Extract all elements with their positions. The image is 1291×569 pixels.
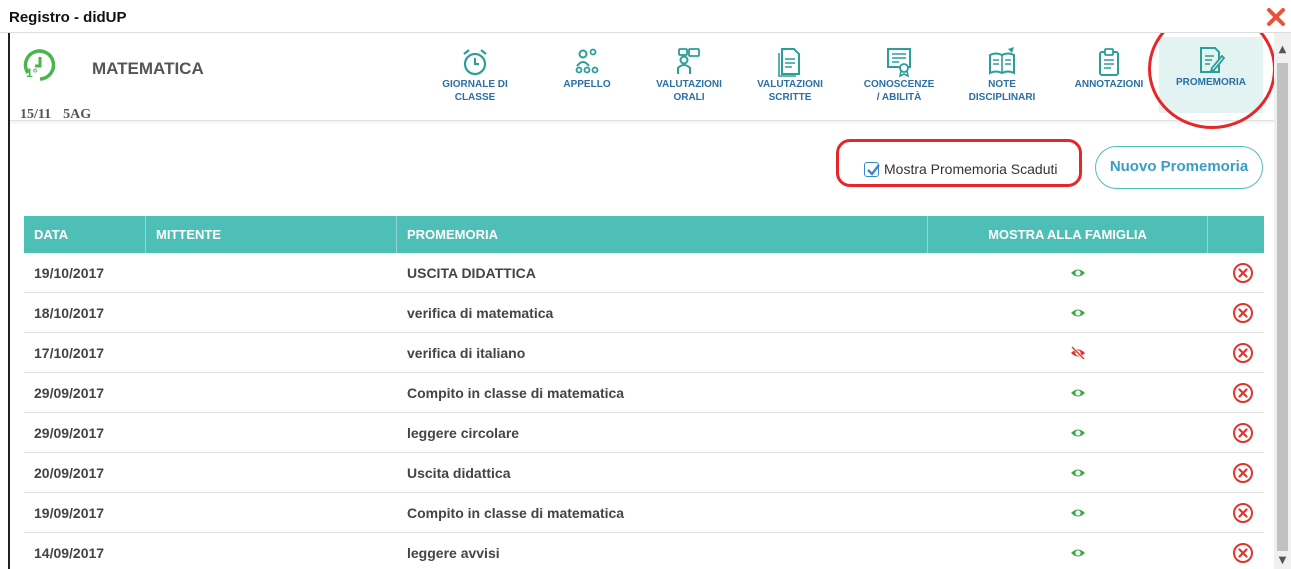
cell-date: 29/09/2017 <box>34 385 105 401</box>
tab-valutazioni-scritte[interactable]: VALUTAZIONI SCRITTE <box>744 39 836 113</box>
cell-date: 29/09/2017 <box>34 425 105 441</box>
cell-reminder-text: Uscita didattica <box>407 465 511 481</box>
column-header-data[interactable]: DATA <box>24 216 146 253</box>
tab-label-line1: APPELLO <box>563 79 611 90</box>
eye-icon[interactable] <box>1070 425 1086 441</box>
certificate-icon <box>887 48 911 77</box>
table-row[interactable]: 19/10/2017 USCITA DIDATTICA <box>24 253 1264 293</box>
people-icon <box>575 48 599 74</box>
delete-icon[interactable] <box>1232 262 1254 284</box>
delete-icon[interactable] <box>1232 542 1254 564</box>
table-row[interactable]: 17/10/2017 verifica di italiano <box>24 333 1264 373</box>
new-reminder-button[interactable]: Nuovo Promemoria <box>1095 146 1263 189</box>
tab-label-line1: GIORNALE DI <box>442 79 508 90</box>
cell-reminder-text: USCITA DIDATTICA <box>407 265 536 281</box>
tab-appello[interactable]: APPELLO <box>551 39 623 113</box>
cell-date: 14/09/2017 <box>34 545 105 561</box>
tab-note-disciplinari[interactable]: NOTE DISCIPLINARI <box>955 39 1049 113</box>
tab-label-line1: VALUTAZIONI <box>757 79 823 90</box>
lesson-date: 15/11 <box>20 107 52 122</box>
delete-icon[interactable] <box>1232 422 1254 444</box>
window-titlebar: Registro - didUP <box>0 0 1291 33</box>
cell-date: 19/09/2017 <box>34 505 105 521</box>
tab-label-line2: / ABILITÀ <box>876 92 922 103</box>
vertical-scrollbar[interactable]: ▲ ▼ <box>1274 33 1291 569</box>
delete-icon[interactable] <box>1232 382 1254 404</box>
show-expired-checkbox[interactable]: Mostra Promemoria Scaduti <box>864 159 1058 179</box>
tab-label-line1: NOTE <box>988 79 1016 90</box>
eye-icon[interactable] <box>1070 465 1086 481</box>
tab-label-line1: CONOSCENZE <box>863 79 935 90</box>
cell-reminder-text: Compito in classe di matematica <box>407 505 625 521</box>
alarm-clock-icon <box>463 49 487 76</box>
column-header-promemoria[interactable]: PROMEMORIA <box>397 216 928 253</box>
window-title: Registro - didUP <box>9 9 127 26</box>
cell-reminder-text: leggere circolare <box>407 425 520 441</box>
tab-label-line2: ORALI <box>673 92 705 103</box>
tab-label-line2: SCRITTE <box>768 92 812 103</box>
eye-icon[interactable] <box>1070 505 1086 521</box>
tab-label-line2: CLASSE <box>454 92 496 103</box>
table-header: DATA MITTENTE PROMEMORIA MOSTRA ALLA FAM… <box>24 216 1264 253</box>
delete-icon[interactable] <box>1232 342 1254 364</box>
cell-date: 20/09/2017 <box>34 465 105 481</box>
table-body: 19/10/2017 USCITA DIDATTICA 18/10/2017 veri… <box>24 253 1264 569</box>
lesson-hour-badge: 1° <box>26 66 38 80</box>
delete-icon[interactable] <box>1232 502 1254 524</box>
lesson-date-class: 15/11 5AG <box>20 107 103 123</box>
cell-reminder-text: leggere avvisi <box>407 545 500 561</box>
checkbox-box[interactable] <box>864 161 880 177</box>
tab-conoscenze-abilita[interactable]: CONOSCENZE / ABILITÀ <box>852 39 946 113</box>
eye-icon[interactable] <box>1070 305 1086 321</box>
eye-icon[interactable] <box>1070 545 1086 561</box>
register-panel: 1° MATEMATICA 15/11 5AG GIORNALE DI CLASS… <box>8 33 1274 569</box>
cell-reminder-text: Compito in classe di matematica <box>407 385 625 401</box>
tab-label-line2: DISCIPLINARI <box>968 92 1036 103</box>
table-row[interactable]: 19/09/2017 Compito in classe di matematic… <box>24 493 1264 533</box>
scroll-up-icon[interactable]: ▲ <box>1274 41 1291 58</box>
cell-reminder-text: verifica di italiano <box>407 345 526 361</box>
scrollbar-thumb[interactable] <box>1277 63 1288 551</box>
delete-icon[interactable] <box>1232 462 1254 484</box>
tab-giornale-di-classe[interactable]: GIORNALE DI CLASSE <box>435 39 515 113</box>
cell-date: 18/10/2017 <box>34 305 105 321</box>
tab-annotazioni[interactable]: ANNOTAZIONI <box>1064 39 1154 113</box>
lesson-hour-clock-icon: 1° <box>23 49 56 81</box>
clipboard-icon <box>1099 48 1119 76</box>
speech-person-icon <box>677 48 700 74</box>
close-icon[interactable] <box>1264 5 1288 29</box>
tab-label-line1: ANNOTAZIONI <box>1074 79 1144 90</box>
subject-title: MATEMATICA <box>92 59 204 78</box>
class-name: 5AG <box>63 107 92 122</box>
eye-slash-icon[interactable] <box>1070 345 1086 361</box>
column-header-mittente[interactable]: MITTENTE <box>146 216 397 253</box>
table-row[interactable]: 14/09/2017 leggere avvisi <box>24 533 1264 569</box>
cell-date: 17/10/2017 <box>34 345 105 361</box>
document-icon <box>778 48 800 77</box>
table-row[interactable]: 18/10/2017 verifica di matematica <box>24 293 1264 333</box>
cell-reminder-text: verifica di matematica <box>407 305 554 321</box>
show-expired-label: Mostra Promemoria Scaduti <box>884 161 1058 177</box>
column-header-mostra-famiglia[interactable]: MOSTRA ALLA FAMIGLIA <box>928 216 1208 253</box>
table-row[interactable]: 29/09/2017 leggere circolare <box>24 413 1264 453</box>
tab-valutazioni-orali[interactable]: VALUTAZIONI ORALI <box>642 39 736 113</box>
column-header-actions <box>1208 216 1264 253</box>
eye-icon[interactable] <box>1070 385 1086 401</box>
book-pen-icon <box>989 47 1015 75</box>
lesson-header: 1° MATEMATICA 15/11 5AG GIORNALE DI CLASS… <box>10 33 1274 123</box>
eye-icon[interactable] <box>1070 265 1086 281</box>
table-row[interactable]: 20/09/2017 Uscita didattica <box>24 453 1264 493</box>
scroll-down-icon[interactable]: ▼ <box>1274 552 1291 569</box>
reminders-table: DATA MITTENTE PROMEMORIA MOSTRA ALLA FAM… <box>24 216 1264 569</box>
tab-label-line1: VALUTAZIONI <box>656 79 722 90</box>
table-row[interactable]: 29/09/2017 Compito in classe di matematic… <box>24 373 1264 413</box>
cell-date: 19/10/2017 <box>34 265 105 281</box>
checkmark-icon <box>867 163 880 176</box>
delete-icon[interactable] <box>1232 302 1254 324</box>
